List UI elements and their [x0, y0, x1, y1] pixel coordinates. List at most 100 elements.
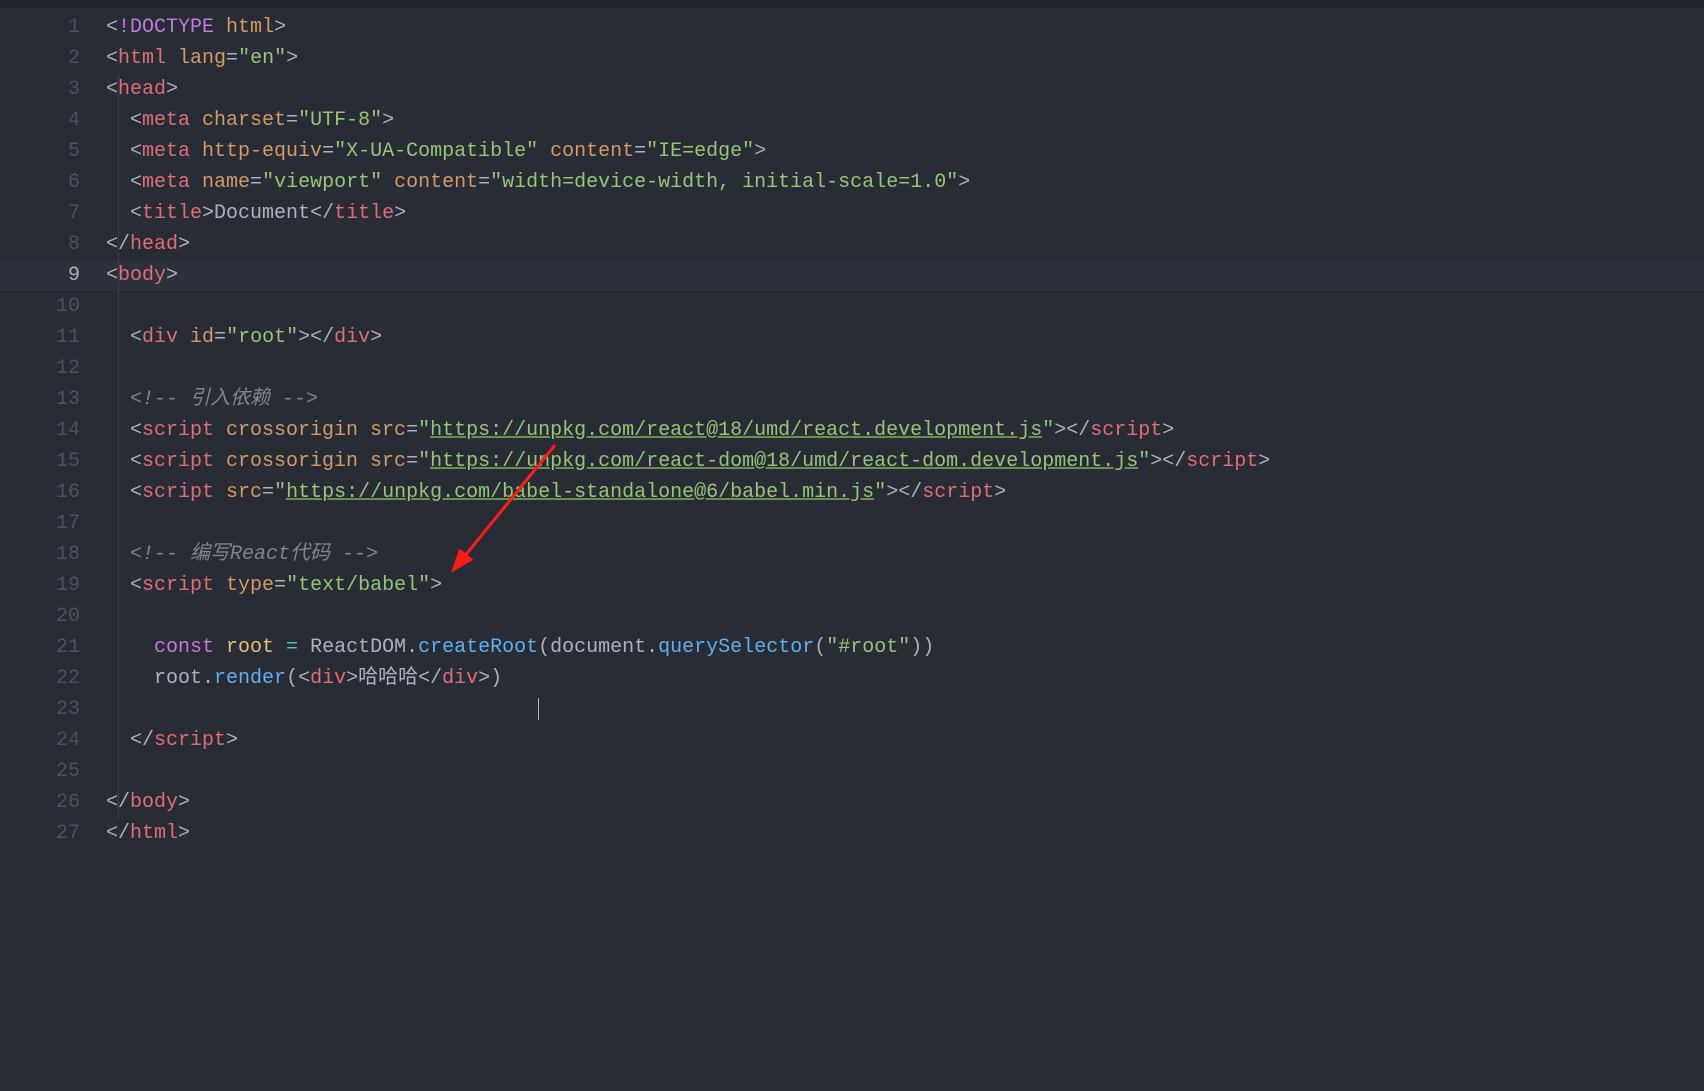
code-line-6[interactable]: 6 <meta name="viewport" content="width=d…	[0, 167, 1704, 198]
code-content[interactable]: <meta charset="UTF-8">	[106, 105, 1704, 136]
line-number: 14	[0, 415, 106, 446]
code-content[interactable]: <title>Document</title>	[106, 198, 1704, 229]
code-line-2[interactable]: 2<html lang="en">	[0, 43, 1704, 74]
code-line-3[interactable]: 3<head>	[0, 74, 1704, 105]
code-editor[interactable]: 1<!DOCTYPE html>2<html lang="en">3<head>…	[0, 0, 1704, 1091]
code-content[interactable]: <!DOCTYPE html>	[106, 12, 1704, 43]
token: >	[754, 140, 766, 163]
code-content[interactable]: <script src="https://unpkg.com/babel-sta…	[106, 477, 1704, 508]
code-line-7[interactable]: 7 <title>Document</title>	[0, 198, 1704, 229]
token: lang	[178, 47, 226, 70]
code-line-18[interactable]: 18 <!-- 编写React代码 -->	[0, 539, 1704, 570]
line-number: 17	[0, 508, 106, 539]
code-content[interactable]	[106, 601, 1704, 632]
code-line-11[interactable]: 11 <div id="root"></div>	[0, 322, 1704, 353]
line-number: 11	[0, 322, 106, 353]
code-line-19[interactable]: 19 <script type="text/babel">	[0, 570, 1704, 601]
token: <	[106, 78, 118, 101]
token: http-equiv	[202, 140, 322, 163]
token: !DOCTYPE	[118, 16, 226, 39]
code-line-15[interactable]: 15 <script crossorigin src="https://unpk…	[0, 446, 1704, 477]
code-line-24[interactable]: 24 </script>	[0, 725, 1704, 756]
token: <	[106, 140, 142, 163]
token: script	[142, 450, 226, 473]
code-content[interactable]: <head>	[106, 74, 1704, 105]
code-line-25[interactable]: 25	[0, 756, 1704, 787]
code-content[interactable]: <script type="text/babel">	[106, 570, 1704, 601]
token: content	[394, 171, 478, 194]
line-number: 25	[0, 756, 106, 787]
code-content[interactable]: <script crossorigin src="https://unpkg.c…	[106, 446, 1704, 477]
code-line-12[interactable]: 12	[0, 353, 1704, 384]
line-number: 9	[0, 260, 106, 291]
code-content[interactable]: <meta http-equiv="X-UA-Compatible" conte…	[106, 136, 1704, 167]
code-line-20[interactable]: 20	[0, 601, 1704, 632]
token: =	[250, 171, 262, 194]
token: html	[118, 47, 178, 70]
line-number: 27	[0, 818, 106, 849]
line-number: 4	[0, 105, 106, 136]
line-number: 13	[0, 384, 106, 415]
code-content[interactable]: </html>	[106, 818, 1704, 849]
token: <	[106, 109, 142, 132]
token: <	[106, 202, 142, 225]
code-content[interactable]: const root = ReactDOM.createRoot(documen…	[106, 632, 1704, 663]
token: </	[106, 729, 154, 752]
code-line-16[interactable]: 16 <script src="https://unpkg.com/babel-…	[0, 477, 1704, 508]
token: <	[106, 574, 142, 597]
code-content[interactable]: <script crossorigin src="https://unpkg.c…	[106, 415, 1704, 446]
code-content[interactable]	[106, 694, 1704, 725]
token: >	[1258, 450, 1270, 473]
line-number: 15	[0, 446, 106, 477]
token: https://unpkg.com/react@18/umd/react.dev…	[430, 419, 1042, 442]
code-content[interactable]: <!-- 引入依赖 -->	[106, 384, 1704, 415]
code-line-21[interactable]: 21 const root = ReactDOM.createRoot(docu…	[0, 632, 1704, 663]
token: head	[118, 78, 166, 101]
token: ))	[910, 636, 934, 659]
token: >	[226, 729, 238, 752]
token: "root"	[226, 326, 298, 349]
token: .	[202, 667, 214, 690]
code-content[interactable]: </body>	[106, 787, 1704, 818]
code-line-1[interactable]: 1<!DOCTYPE html>	[0, 12, 1704, 43]
code-content[interactable]: <div id="root"></div>	[106, 322, 1704, 353]
code-line-4[interactable]: 4 <meta charset="UTF-8">	[0, 105, 1704, 136]
code-line-10[interactable]: 10	[0, 291, 1704, 322]
code-line-9[interactable]: 9<body>	[0, 260, 1704, 291]
token: html	[226, 16, 274, 39]
token: =	[286, 109, 298, 132]
line-number: 7	[0, 198, 106, 229]
code-line-14[interactable]: 14 <script crossorigin src="https://unpk…	[0, 415, 1704, 446]
code-content[interactable]	[106, 508, 1704, 539]
code-content[interactable]	[106, 291, 1704, 322]
token: ></	[1054, 419, 1090, 442]
code-content[interactable]	[106, 756, 1704, 787]
token: "	[418, 450, 430, 473]
code-content[interactable]: </head>	[106, 229, 1704, 260]
token: "UTF-8"	[298, 109, 382, 132]
token: "X-UA-Compatible"	[334, 140, 550, 163]
token: crossorigin src	[226, 419, 406, 442]
code-line-26[interactable]: 26</body>	[0, 787, 1704, 818]
code-line-5[interactable]: 5 <meta http-equiv="X-UA-Compatible" con…	[0, 136, 1704, 167]
token: meta	[142, 171, 202, 194]
token	[106, 667, 154, 690]
code-line-8[interactable]: 8</head>	[0, 229, 1704, 260]
token: const	[154, 636, 226, 659]
code-area[interactable]: 1<!DOCTYPE html>2<html lang="en">3<head>…	[0, 8, 1704, 849]
code-line-27[interactable]: 27</html>	[0, 818, 1704, 849]
line-number: 1	[0, 12, 106, 43]
code-content[interactable]	[106, 353, 1704, 384]
code-content[interactable]: root.render(<div>哈哈哈</div>)	[106, 663, 1704, 694]
code-content[interactable]: </script>	[106, 725, 1704, 756]
code-line-23[interactable]: 23	[0, 694, 1704, 725]
line-number: 2	[0, 43, 106, 74]
token: <	[106, 16, 118, 39]
code-line-13[interactable]: 13 <!-- 引入依赖 -->	[0, 384, 1704, 415]
code-content[interactable]: <body>	[106, 260, 1704, 291]
code-content[interactable]: <html lang="en">	[106, 43, 1704, 74]
code-line-17[interactable]: 17	[0, 508, 1704, 539]
code-line-22[interactable]: 22 root.render(<div>哈哈哈</div>)	[0, 663, 1704, 694]
code-content[interactable]: <meta name="viewport" content="width=dev…	[106, 167, 1704, 198]
code-content[interactable]: <!-- 编写React代码 -->	[106, 539, 1704, 570]
